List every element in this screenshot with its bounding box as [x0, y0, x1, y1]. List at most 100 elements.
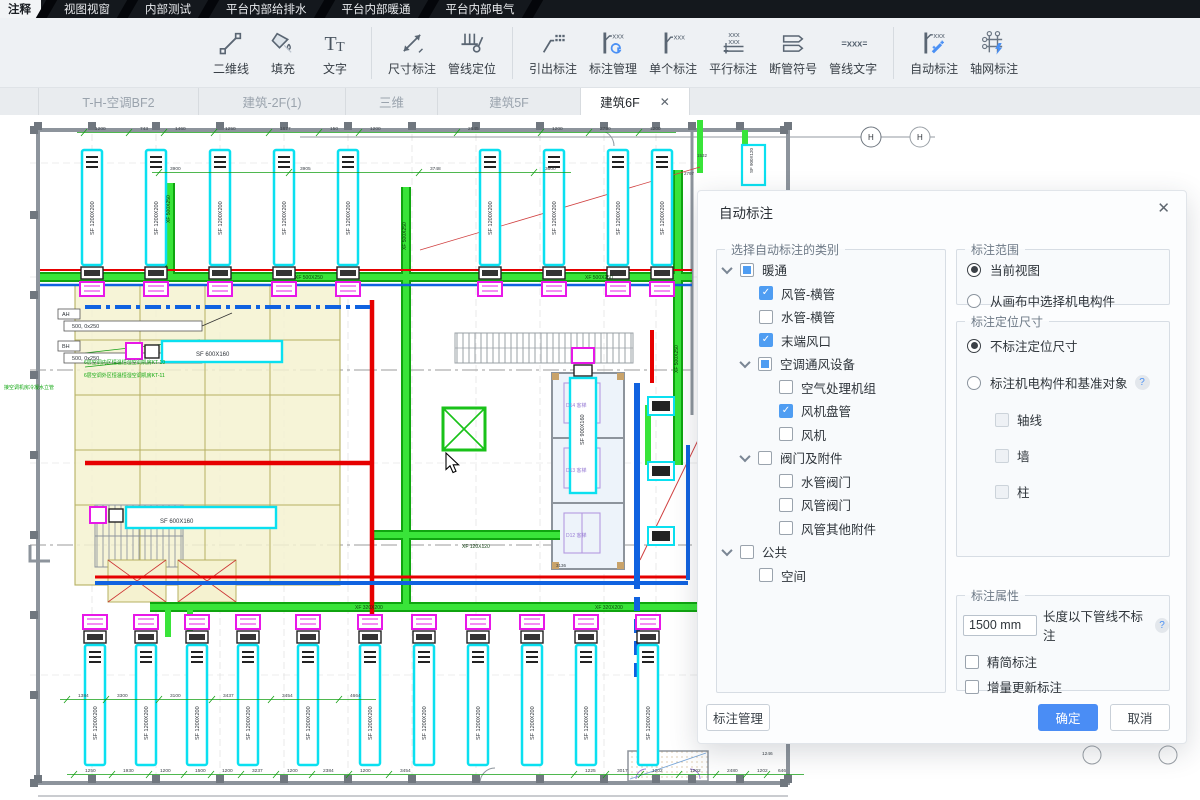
ribbon-tab-annotation[interactable]: 注释 [0, 0, 41, 18]
checkbox[interactable] [779, 427, 793, 441]
tool-pipe-locate[interactable]: 管线定位 [442, 29, 502, 77]
toolbar: 二维线 填充 TT 文字 尺寸标注 管线定位 引出标注 xxx 标注管理 x [0, 18, 1200, 88]
tree-node-valves[interactable]: 阀门及附件 [717, 446, 945, 470]
doc-tab-3[interactable]: 建筑5F [437, 88, 580, 115]
rooms-left [75, 285, 633, 602]
tree-node-ahu[interactable]: 空气处理机组 [717, 376, 945, 400]
tree-node-fan[interactable]: 风机 [717, 423, 945, 447]
checkbox[interactable] [758, 357, 772, 371]
checkbox[interactable] [779, 404, 793, 418]
column [152, 775, 160, 783]
column [30, 211, 38, 219]
ribbon-tab-hvac[interactable]: 平台内部暖通 [330, 0, 423, 18]
ok-button[interactable]: 确定 [1038, 704, 1098, 731]
tree-node-hvac[interactable]: 暖通 [717, 258, 945, 282]
plan-label: 646 [778, 768, 786, 774]
plan-label: XF 500X250 [295, 275, 323, 281]
checkbox[interactable] [779, 498, 793, 512]
checkbox[interactable] [740, 263, 754, 277]
radio[interactable] [967, 376, 981, 390]
tree-node-pipe-valve[interactable]: 水管阀门 [717, 470, 945, 494]
help-icon[interactable]: ? [1155, 618, 1169, 633]
doc-tab-0[interactable]: T-H-空调BF2 [38, 88, 198, 115]
tree-node-duct-horizontal[interactable]: 风管-横管 [717, 282, 945, 306]
simplified-tag-check[interactable]: 精简标注 [965, 652, 1169, 671]
tree-node-terminal-outlet[interactable]: 末端风口 [717, 329, 945, 353]
checkbox[interactable] [759, 310, 773, 324]
tool-grid-tag[interactable]: 轴网标注 [964, 29, 1024, 77]
checkbox[interactable] [758, 451, 772, 465]
plan-label: SF 1200X200 [422, 706, 428, 740]
plan-label: D14 客梯 [566, 402, 587, 409]
doc-tab-1[interactable]: 建筑-2F(1) [198, 88, 345, 115]
column [688, 122, 696, 130]
chevron-down-icon[interactable] [739, 451, 750, 462]
column [88, 775, 96, 783]
checkbox[interactable] [779, 521, 793, 535]
ribbon-tab-internal-test[interactable]: 内部测试 [133, 0, 203, 18]
column [536, 775, 544, 783]
chevron-down-icon[interactable] [721, 263, 732, 274]
doc-tab-4-active[interactable]: 建筑6F ✕ [580, 88, 690, 115]
plan-label: 3437 [223, 693, 234, 699]
tool-tag-manage[interactable]: xxx 标注管理 [583, 29, 643, 77]
tree-node-fan-coil[interactable]: 风机盘管 [717, 399, 945, 423]
plan-label: 500, 0x250 [72, 324, 99, 330]
ribbon-tab-electrical[interactable]: 平台内部电气 [434, 0, 527, 18]
cancel-button[interactable]: 取消 [1110, 704, 1170, 731]
checkbox[interactable] [740, 545, 754, 559]
checkbox[interactable] [759, 286, 773, 300]
tree-node-space[interactable]: 空间 [717, 564, 945, 588]
tool-tag-parallel[interactable]: xxxxxx 平行标注 [703, 29, 763, 77]
length-threshold-input[interactable] [963, 615, 1037, 636]
close-tab-icon[interactable]: ✕ [660, 95, 670, 109]
dim-with-datum[interactable]: 标注机电构件和基准对象? [967, 373, 1169, 392]
tag-manage-button[interactable]: 标注管理 [706, 704, 770, 731]
tree-node-duct-accessory[interactable]: 风管其他附件 [717, 517, 945, 541]
plan-label: SF 1200X200 [195, 706, 201, 740]
tool-tag-single[interactable]: xxx 单个标注 [643, 29, 703, 77]
checkbox[interactable] [779, 474, 793, 488]
tool-leader-tag[interactable]: 引出标注 [523, 29, 583, 77]
checkbox[interactable] [965, 655, 979, 669]
tree-node-public[interactable]: 公共 [717, 540, 945, 564]
ribbon-tab-plumbing[interactable]: 平台内部给排水 [214, 0, 319, 18]
column [344, 122, 352, 130]
tree-node-hvac-equipment[interactable]: 空调通风设备 [717, 352, 945, 376]
checkbox[interactable] [759, 568, 773, 582]
plan-label: 150 [330, 126, 338, 132]
tool-text[interactable]: TT 文字 [309, 29, 361, 77]
plan-label: 3900 [170, 166, 181, 172]
tool-pipe-text[interactable]: =xxx= 管线文字 [823, 29, 883, 77]
close-icon[interactable]: ✕ [1157, 199, 1170, 217]
fcu-connector-magenta [542, 282, 566, 296]
checkbox[interactable] [779, 380, 793, 394]
tree-node-duct-valve[interactable]: 风管阀门 [717, 493, 945, 517]
checkbox[interactable] [759, 333, 773, 347]
tool-dimension[interactable]: 尺寸标注 [382, 29, 442, 77]
scope-pick-from-canvas[interactable]: 从画布中选择机电构件 [967, 291, 1169, 310]
chevron-down-icon[interactable] [739, 357, 750, 368]
radio[interactable] [967, 263, 981, 277]
tool-fill[interactable]: 填充 [257, 29, 309, 77]
checkbox[interactable] [965, 680, 979, 694]
chevron-down-icon[interactable] [721, 545, 732, 556]
help-icon[interactable]: ? [1135, 375, 1150, 390]
tool-pipe-break[interactable]: 断管符号 [763, 29, 823, 77]
incremental-update-check[interactable]: 增量更新标注 [965, 677, 1169, 696]
tool-auto-tag[interactable]: xxx 自动标注 [904, 29, 964, 77]
plan-label: XF 320X200 [595, 605, 623, 611]
tree-node-pipe-horizontal[interactable]: 水管-横管 [717, 305, 945, 329]
plan-label: 3454 [400, 768, 411, 774]
plan-label: SF 900X160 [580, 414, 586, 445]
column [652, 775, 660, 783]
doc-tab-2[interactable]: 三维 [345, 88, 437, 115]
plan-label: 1200 [552, 126, 563, 132]
scope-current-view[interactable]: 当前视图 [967, 260, 1169, 279]
ribbon-tab-viewport[interactable]: 视图视窗 [52, 0, 122, 18]
radio[interactable] [967, 294, 981, 308]
auto-annotate-dialog: 自动标注 ✕ 选择自动标注的类别 暖通 风管-横管 水管-横管 末端风口 空调通… [697, 190, 1187, 744]
radio[interactable] [967, 339, 981, 353]
tool-2d-line[interactable]: 二维线 [205, 29, 257, 77]
dim-none[interactable]: 不标注定位尺寸 [967, 336, 1169, 355]
